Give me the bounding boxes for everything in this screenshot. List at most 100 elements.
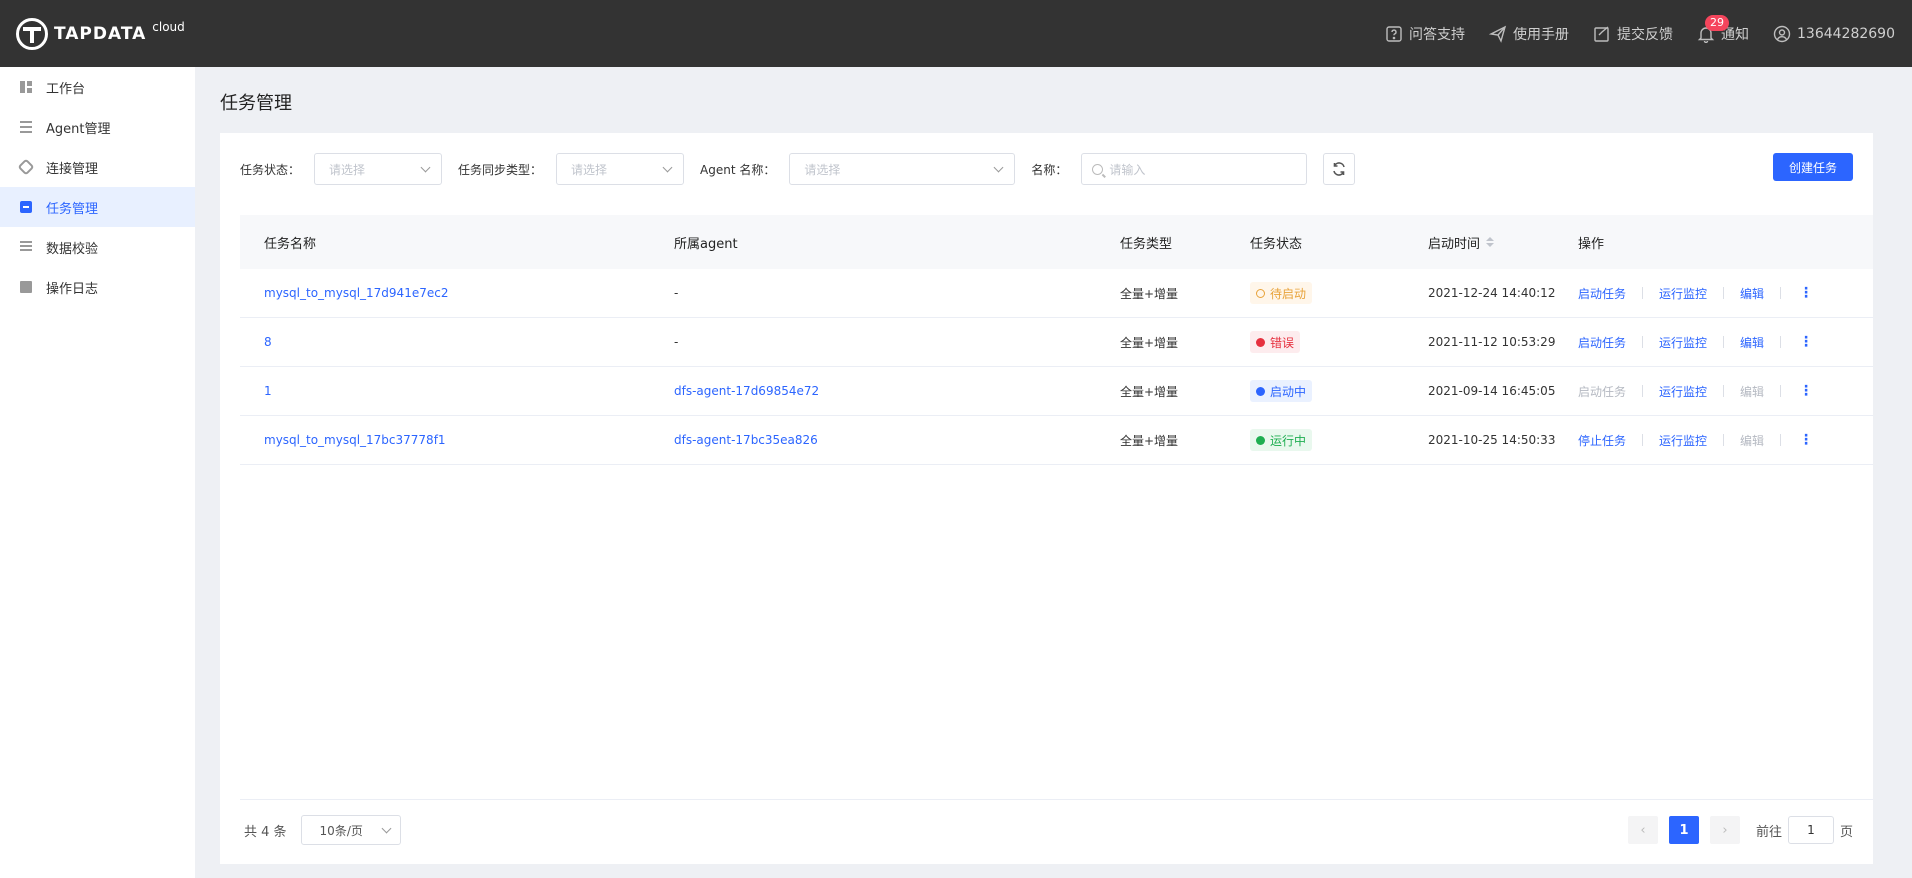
status-text: 启动中 — [1270, 384, 1307, 399]
sidebar-item-verify[interactable]: 数据校验 — [0, 227, 195, 267]
goto-suffix: 页 — [1839, 824, 1853, 840]
monitor-button[interactable]: 运行监控 — [1659, 432, 1707, 449]
edit-button[interactable]: 编辑 — [1740, 334, 1764, 351]
next-page-button[interactable]: › — [1709, 816, 1740, 844]
sync-type-filter-placeholder: 请选择 — [571, 162, 608, 177]
status-text: 错误 — [1270, 335, 1295, 350]
help-link[interactable]: 问答支持 — [1385, 24, 1465, 44]
starting-icon — [1256, 386, 1265, 396]
task-name-link[interactable]: 8 — [264, 335, 272, 349]
edit-button[interactable]: 编辑 — [1740, 383, 1764, 400]
col-header-start-time[interactable]: 启动时间 — [1428, 233, 1578, 252]
status-filter-select[interactable]: 请选择 — [314, 153, 443, 185]
col-header-start-time-label: 启动时间 — [1428, 236, 1481, 252]
brand-logo[interactable]: TAPDATA cloud — [16, 17, 185, 50]
create-task-button[interactable]: 创建任务 — [1773, 153, 1853, 181]
sort-icon[interactable] — [1486, 237, 1495, 247]
status-badge: 待启动 — [1250, 282, 1313, 304]
edit-button[interactable]: 编辑 — [1740, 285, 1764, 302]
task-table: 任务名称 所属agent 任务类型 任务状态 启动时间 操作 mysql_to_… — [240, 215, 1873, 465]
user-icon — [1773, 25, 1791, 42]
status-badge: 运行中 — [1250, 429, 1313, 451]
prev-page-button[interactable]: ‹ — [1627, 816, 1658, 844]
stop-task-button[interactable]: 停止任务 — [1578, 432, 1626, 449]
running-icon — [1256, 435, 1265, 445]
task-name-link[interactable]: 1 — [264, 384, 272, 398]
sidebar-item-agent[interactable]: Agent管理 — [0, 107, 195, 147]
sync-type-filter-label: 任务同步类型： — [458, 162, 543, 177]
task-icon — [20, 201, 32, 213]
search-icon — [1092, 163, 1104, 175]
monitor-button[interactable]: 运行监控 — [1659, 334, 1707, 351]
name-filter-label: 名称： — [1031, 162, 1068, 177]
more-actions-icon[interactable]: ⋮ — [1799, 383, 1813, 399]
feedback-label: 提交反馈 — [1617, 26, 1674, 43]
divider — [1723, 287, 1725, 299]
log-icon — [20, 281, 32, 293]
error-icon — [1256, 337, 1265, 347]
task-start-time: 2021-12-24 14:40:12 — [1428, 286, 1556, 300]
sidebar-item-connections[interactable]: 连接管理 — [0, 147, 195, 187]
start-task-button[interactable]: 启动任务 — [1578, 383, 1626, 400]
monitor-button[interactable]: 运行监控 — [1659, 285, 1707, 302]
notification-link[interactable]: 29 通知 — [1697, 14, 1749, 44]
help-icon — [1386, 25, 1402, 42]
name-search-input[interactable]: 请输入 — [1081, 153, 1308, 185]
chevron-down-icon — [993, 162, 1004, 172]
help-label: 问答支持 — [1409, 26, 1466, 43]
goto-page-input[interactable]: 1 — [1787, 816, 1834, 844]
task-agent-link[interactable]: dfs-agent-17bc35ea826 — [674, 433, 818, 447]
manual-link[interactable]: 使用手册 — [1489, 24, 1569, 44]
task-type: 全量+增量 — [1120, 433, 1179, 448]
divider — [1780, 287, 1782, 299]
brand-suffix: cloud — [152, 19, 185, 34]
more-actions-icon[interactable]: ⋮ — [1799, 285, 1813, 301]
send-icon — [1489, 25, 1507, 43]
start-task-button[interactable]: 启动任务 — [1578, 285, 1626, 302]
task-name-link[interactable]: mysql_to_mysql_17bc37778f1 — [264, 433, 446, 447]
pending-icon — [1256, 288, 1265, 298]
sidebar-item-label: 数据校验 — [46, 241, 99, 257]
sync-type-filter-select[interactable]: 请选择 — [556, 153, 685, 185]
page-number-button[interactable]: 1 — [1668, 816, 1699, 844]
task-type: 全量+增量 — [1120, 384, 1179, 399]
chevron-down-icon — [662, 162, 673, 172]
table-row: 1 dfs-agent-17d69854e72 全量+增量 启动中 2021-0… — [240, 367, 1873, 416]
agent-filter-label: Agent 名称： — [700, 162, 776, 177]
edit-button[interactable]: 编辑 — [1740, 432, 1764, 449]
user-menu[interactable]: 13644282690 — [1773, 25, 1895, 43]
feedback-link[interactable]: 提交反馈 — [1593, 24, 1673, 44]
brand-name: TAPDATA — [54, 23, 147, 44]
monitor-button[interactable]: 运行监控 — [1659, 383, 1707, 400]
user-phone: 13644282690 — [1797, 25, 1895, 42]
refresh-icon — [1333, 162, 1346, 176]
pagination: ‹ 1 › 前往 1 页 — [1627, 815, 1853, 845]
task-panel: 任务状态： 请选择 任务同步类型： 请选择 Agent 名称： 请选择 名称： … — [220, 133, 1873, 864]
refresh-button[interactable] — [1323, 153, 1356, 185]
start-task-button[interactable]: 启动任务 — [1578, 334, 1626, 351]
chevron-down-icon — [381, 823, 391, 833]
notification-badge: 29 — [1705, 14, 1730, 31]
sidebar-item-logs[interactable]: 操作日志 — [0, 267, 195, 307]
page-size-select[interactable]: 10条/页 — [300, 815, 401, 845]
agent-filter-select[interactable]: 请选择 — [789, 153, 1016, 185]
table-row: mysql_to_mysql_17d941e7ec2 - 全量+增量 待启动 2… — [240, 269, 1873, 318]
col-header-type: 任务类型 — [1120, 236, 1173, 252]
sidebar-item-tasks[interactable]: 任务管理 — [0, 187, 195, 227]
sidebar-item-label: 工作台 — [46, 81, 86, 97]
col-header-name: 任务名称 — [264, 236, 317, 252]
table-row: 8 - 全量+增量 错误 2021-11-12 10:53:29 启动任务 运行… — [240, 318, 1873, 367]
sidebar-item-label: 操作日志 — [46, 281, 99, 297]
task-agent: - — [674, 286, 679, 300]
status-text: 待启动 — [1270, 286, 1307, 301]
more-actions-icon[interactable]: ⋮ — [1799, 432, 1813, 448]
task-start-time: 2021-10-25 14:50:33 — [1428, 433, 1556, 447]
divider — [1642, 434, 1644, 446]
manual-label: 使用手册 — [1513, 26, 1570, 43]
task-name-link[interactable]: mysql_to_mysql_17d941e7ec2 — [264, 286, 448, 300]
sidebar: 工作台 Agent管理 连接管理 任务管理 数据校验 操作日志 — [0, 67, 195, 878]
task-agent-link[interactable]: dfs-agent-17d69854e72 — [674, 384, 819, 398]
more-actions-icon[interactable]: ⋮ — [1799, 334, 1813, 350]
sidebar-item-label: Agent管理 — [46, 121, 111, 137]
sidebar-item-workbench[interactable]: 工作台 — [0, 67, 195, 107]
